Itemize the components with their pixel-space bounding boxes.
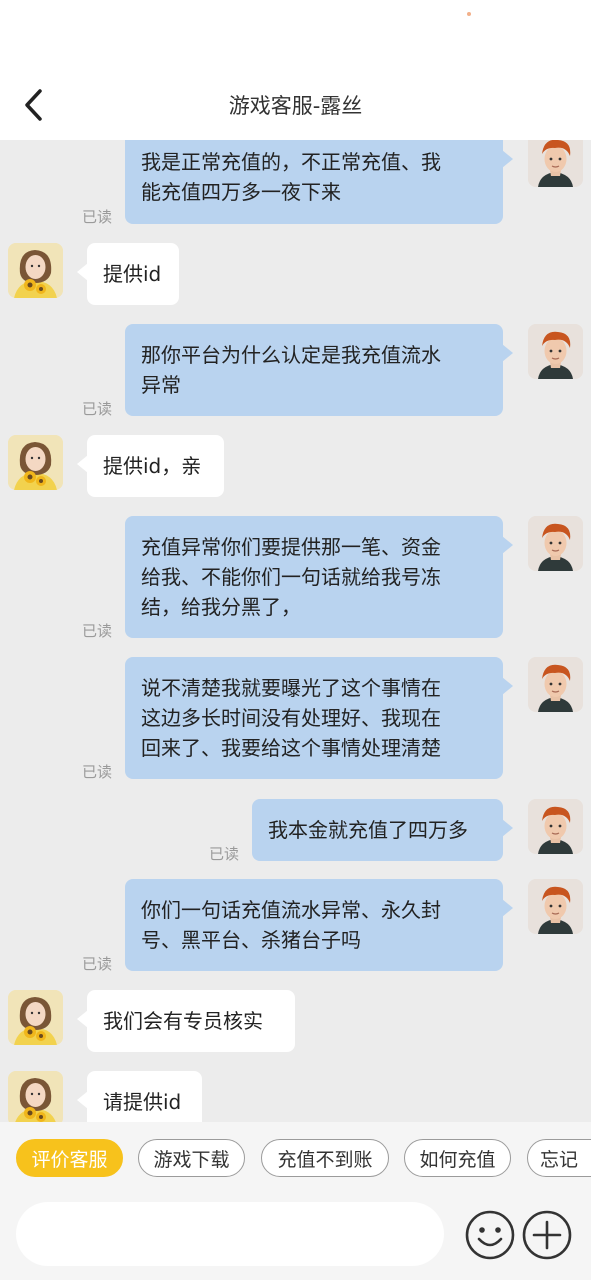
- agent-avatar[interactable]: [8, 243, 63, 298]
- read-status: 已读: [209, 845, 240, 863]
- chat-area[interactable]: 我是正常充值的，不正常充值、我 能充值四万多一夜下来 已读 提供id 那你平台为…: [0, 140, 591, 1122]
- message-bubble[interactable]: 说不清楚我就要曝光了这个事情在 这边多长时间没有处理好、我现在 回来了、我要给这…: [125, 657, 513, 779]
- chat-title: 游戏客服-露丝: [228, 94, 363, 118]
- message-bubble[interactable]: 那你平台为什么认定是我充值流水 异常: [125, 324, 513, 416]
- plus-circle-icon: [522, 1210, 572, 1260]
- message-bubble[interactable]: 提供id: [77, 243, 179, 305]
- message-bubble[interactable]: 我本金就充值了四万多: [252, 799, 513, 861]
- emoji-button[interactable]: [464, 1209, 516, 1261]
- user-avatar[interactable]: [528, 799, 583, 854]
- message-row: 请提供id: [0, 1071, 591, 1122]
- message-row: 那你平台为什么认定是我充值流水 异常 已读: [0, 324, 591, 418]
- agent-avatar[interactable]: [8, 990, 63, 1045]
- message-row: 提供id: [0, 243, 591, 305]
- read-status: 已读: [82, 955, 113, 973]
- user-avatar[interactable]: [528, 140, 583, 187]
- message-row: 说不清楚我就要曝光了这个事情在 这边多长时间没有处理好、我现在 回来了、我要给这…: [0, 657, 591, 781]
- quick-reply-forgot[interactable]: 忘记: [527, 1139, 591, 1177]
- status-bar: [0, 0, 591, 60]
- user-avatar[interactable]: [528, 516, 583, 571]
- message-row: 我本金就充值了四万多 已读: [0, 799, 591, 863]
- user-avatar[interactable]: [528, 657, 583, 712]
- add-button[interactable]: [521, 1209, 573, 1261]
- message-bubble[interactable]: 请提供id: [77, 1071, 202, 1122]
- status-dot: [467, 12, 471, 16]
- message-input[interactable]: [16, 1202, 444, 1266]
- message-row: 我们会有专员核实: [0, 990, 591, 1052]
- header: 游戏客服-露丝: [0, 60, 591, 140]
- user-avatar[interactable]: [528, 879, 583, 934]
- message-bubble[interactable]: 我是正常充值的，不正常充值、我 能充值四万多一夜下来: [125, 140, 513, 224]
- agent-avatar[interactable]: [8, 1071, 63, 1122]
- read-status: 已读: [82, 208, 113, 226]
- quick-reply-how-to-recharge[interactable]: 如何充值: [404, 1139, 511, 1177]
- agent-avatar[interactable]: [8, 435, 63, 490]
- quick-reply-rate-service[interactable]: 评价客服: [16, 1139, 123, 1177]
- read-status: 已读: [82, 763, 113, 781]
- user-avatar[interactable]: [528, 324, 583, 379]
- message-bubble[interactable]: 提供id，亲: [77, 435, 224, 497]
- message-row: 我是正常充值的，不正常充值、我 能充值四万多一夜下来 已读: [0, 140, 591, 230]
- quick-reply-bar: 评价客服 游戏下载 充值不到账 如何充值 忘记: [0, 1122, 591, 1192]
- message-row: 充值异常你们要提供那一笔、资金 给我、不能你们一句话就给我号冻 结，给我分黑了，…: [0, 516, 591, 640]
- read-status: 已读: [82, 622, 113, 640]
- quick-reply-game-download[interactable]: 游戏下载: [138, 1139, 245, 1177]
- message-bubble[interactable]: 你们一句话充值流水异常、永久封 号、黑平台、杀猪台子吗: [125, 879, 513, 971]
- read-status: 已读: [82, 400, 113, 418]
- message-row: 你们一句话充值流水异常、永久封 号、黑平台、杀猪台子吗 已读: [0, 879, 591, 973]
- message-bubble[interactable]: 充值异常你们要提供那一笔、资金 给我、不能你们一句话就给我号冻 结，给我分黑了，: [125, 516, 513, 638]
- smiley-icon: [465, 1210, 515, 1260]
- input-bar: [0, 1192, 591, 1280]
- message-bubble[interactable]: 我们会有专员核实: [77, 990, 295, 1052]
- quick-reply-recharge-missing[interactable]: 充值不到账: [261, 1139, 389, 1177]
- message-row: 提供id，亲: [0, 435, 591, 497]
